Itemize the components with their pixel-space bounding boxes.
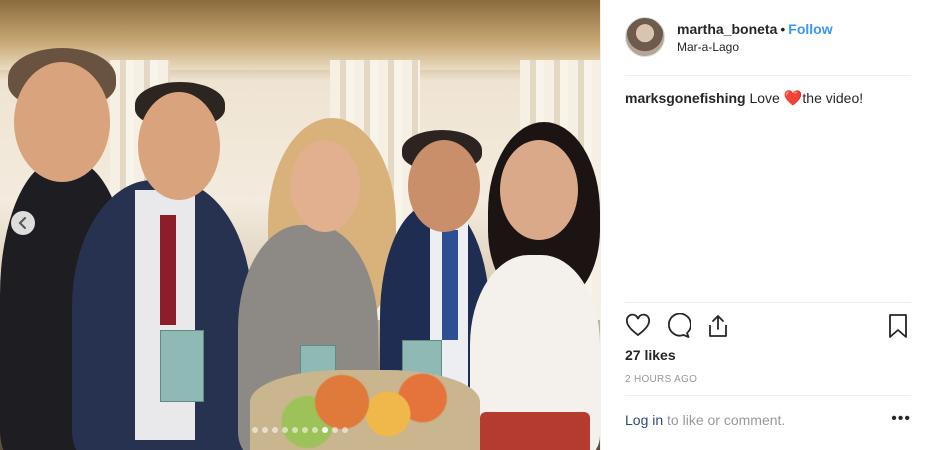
divider — [625, 75, 911, 76]
person-face — [138, 92, 220, 200]
location-link[interactable]: Mar-a-Lago — [677, 40, 833, 55]
carousel-dot — [272, 427, 278, 433]
divider — [625, 302, 911, 303]
login-prompt: Log in to like or comment. — [625, 412, 911, 428]
login-link[interactable]: Log in — [625, 412, 663, 428]
carousel-dot — [342, 427, 348, 433]
carousel-dot — [332, 427, 338, 433]
comment-icon — [668, 312, 692, 338]
post-header-text: martha_boneta • Follow Mar-a-Lago — [677, 20, 833, 55]
carousel-dot — [292, 427, 298, 433]
person-face — [14, 62, 110, 182]
username-link[interactable]: martha_boneta — [677, 21, 777, 37]
carousel-prev-button[interactable] — [11, 211, 35, 235]
save-button[interactable] — [885, 313, 911, 339]
avatar[interactable] — [625, 17, 665, 57]
tie — [442, 230, 458, 340]
badge — [160, 330, 204, 402]
carousel-dot — [262, 427, 268, 433]
follow-button[interactable]: Follow — [788, 21, 832, 37]
like-button[interactable] — [625, 313, 651, 339]
comment-button[interactable] — [665, 312, 692, 339]
divider — [625, 395, 911, 396]
comment-username[interactable]: marksgonefishing — [625, 90, 746, 106]
more-options-button[interactable]: ••• — [891, 410, 911, 428]
instagram-post: martha_boneta • Follow Mar-a-Lago marksgon… — [0, 0, 935, 450]
action-bar — [625, 312, 911, 341]
login-prompt-text: to like or comment. — [663, 412, 786, 428]
heart-emoji: ❤️ — [783, 90, 803, 107]
separator: • — [780, 20, 786, 37]
comment-text-after: the video! — [802, 90, 864, 106]
post-photo[interactable] — [0, 0, 600, 450]
tie — [160, 215, 176, 325]
carousel-dot — [302, 427, 308, 433]
post-header: martha_boneta • Follow Mar-a-Lago — [625, 16, 911, 58]
person-face — [408, 140, 480, 232]
comment-text-before: Love — [749, 90, 784, 106]
share-icon — [709, 315, 727, 337]
share-button[interactable] — [705, 313, 731, 339]
carousel-dot — [252, 427, 258, 433]
comment: marksgonefishing Love ❤️the video! — [625, 89, 911, 108]
heart-icon — [626, 313, 650, 337]
post-details-panel: martha_boneta • Follow Mar-a-Lago marksgon… — [600, 0, 935, 450]
like-count[interactable]: 27 likes — [625, 347, 676, 363]
carousel-dot — [322, 427, 328, 433]
chevron-left-icon — [18, 217, 26, 229]
carousel-dot — [282, 427, 288, 433]
carousel-dot — [312, 427, 318, 433]
person-face — [500, 140, 578, 240]
person-face — [290, 140, 360, 232]
post-timestamp[interactable]: 2 HOURS AGO — [625, 374, 697, 385]
carousel-indicator — [0, 427, 600, 433]
flower-arrangement — [250, 370, 480, 450]
bookmark-icon — [889, 314, 907, 338]
